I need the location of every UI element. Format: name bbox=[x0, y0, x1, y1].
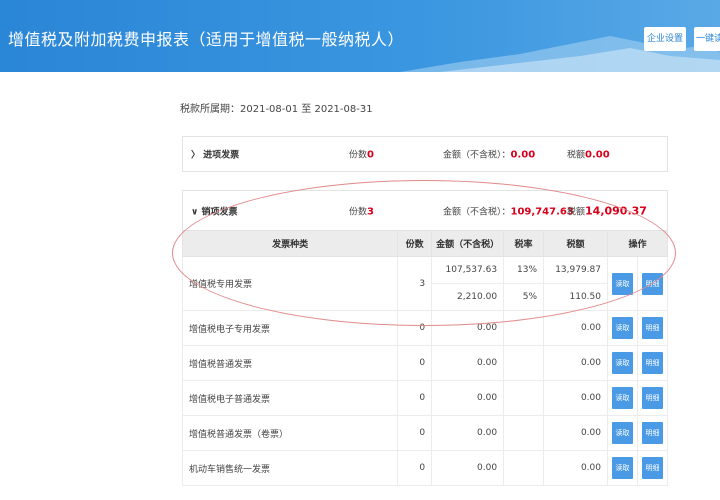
purchase-tax: 0.00 bbox=[585, 149, 610, 161]
invoice-amount: 0.00 bbox=[431, 380, 505, 416]
table-row: 增值税专用发票 3 107,537.63 13% 13,979.87 读取 明细 bbox=[181, 256, 669, 311]
col-invoice-type: 发票种类 bbox=[181, 230, 399, 257]
purchase-label-group[interactable]: 〉 进项发票 bbox=[191, 148, 239, 161]
invoice-amount: 0.00 bbox=[431, 415, 505, 451]
purchase-amount: 0.00 bbox=[510, 149, 536, 161]
invoice-count: 0 bbox=[397, 345, 433, 381]
sales-tax: 14,090.37 bbox=[585, 204, 647, 217]
invoice-rate bbox=[503, 415, 545, 451]
invoice-count: 0 bbox=[397, 415, 433, 451]
invoice-name: 增值税普通发票（卷票） bbox=[181, 415, 399, 451]
table-row: 增值税普通发票 0 0.00 0.00 读取 明细 bbox=[181, 345, 669, 381]
detail-button[interactable]: 明细 bbox=[641, 352, 663, 374]
purchase-label: 进项发票 bbox=[203, 150, 240, 161]
page-header: 增值税及附加税费申报表（适用于增值税一般纳税人） 企业设置 一键读取 bbox=[0, 0, 720, 72]
detail-button[interactable]: 明细 bbox=[641, 422, 663, 444]
chevron-down-icon: ∨ bbox=[191, 207, 199, 217]
detail-button[interactable]: 明细 bbox=[641, 272, 663, 295]
purchase-invoice-section[interactable]: 〉 进项发票 份数0 金额（不含税）：0.00 税额0.00 bbox=[182, 136, 668, 172]
invoice-tax: 0.00 bbox=[543, 310, 608, 346]
invoice-rate bbox=[503, 310, 545, 346]
read-button[interactable]: 读取 bbox=[611, 457, 633, 479]
invoice-count: 0 bbox=[397, 380, 433, 416]
invoice-count: 3 bbox=[397, 256, 433, 311]
table-row: 增值税电子普通发票 0 0.00 0.00 读取 明细 bbox=[181, 380, 669, 416]
invoice-rate bbox=[503, 345, 545, 381]
invoice-amount: 107,537.63 bbox=[431, 256, 505, 284]
sales-label-group[interactable]: ∨ 销项发票 bbox=[191, 204, 237, 217]
sales-tax-field: 税额14,090.37 bbox=[567, 204, 647, 217]
col-tax: 税额 bbox=[543, 230, 608, 257]
table-row: 机动车销售统一发票 0 0.00 0.00 读取 明细 bbox=[181, 450, 669, 486]
purchase-count-field: 份数0 bbox=[349, 149, 374, 161]
invoice-name: 增值税专用发票 bbox=[181, 256, 399, 311]
invoice-amount: 0.00 bbox=[431, 450, 505, 486]
enterprise-settings-button[interactable]: 企业设置 bbox=[644, 27, 686, 51]
sales-label: 销项发票 bbox=[201, 207, 238, 217]
read-button[interactable]: 读取 bbox=[611, 422, 633, 444]
table-row: 增值税电子专用发票 0 0.00 0.00 读取 明细 bbox=[181, 310, 669, 346]
sales-count-field: 份数3 bbox=[349, 206, 374, 217]
sales-count: 3 bbox=[367, 206, 374, 217]
invoice-amount: 2,210.00 bbox=[431, 283, 505, 311]
read-button[interactable]: 读取 bbox=[611, 352, 633, 374]
col-count: 份数 bbox=[397, 230, 433, 257]
invoice-name: 机动车销售统一发票 bbox=[181, 450, 399, 486]
sales-amount-field: 金额（不含税）：109,747.63 bbox=[443, 206, 574, 217]
table-row: 增值税普通发票（卷票） 0 0.00 0.00 读取 明细 bbox=[181, 415, 669, 451]
sales-invoice-section[interactable]: ∨ 销项发票 份数3 金额（不含税）：109,747.63 税额14,090.3… bbox=[182, 190, 668, 230]
invoice-count: 0 bbox=[397, 450, 433, 486]
col-actions: 操作 bbox=[607, 230, 668, 257]
invoice-rate bbox=[503, 380, 545, 416]
invoice-tax: 0.00 bbox=[543, 380, 608, 416]
tax-period: 税款所属期：2021-08-01 至 2021-08-31 bbox=[180, 104, 373, 115]
sales-amount: 109,747.63 bbox=[510, 206, 574, 217]
invoice-count: 0 bbox=[397, 310, 433, 346]
invoice-name: 增值税电子专用发票 bbox=[181, 310, 399, 346]
chevron-right-icon: 〉 bbox=[191, 150, 201, 161]
invoice-table: 发票种类 份数 金额（不含税） 税率 税额 操作 增值税专用发票 3 107,5… bbox=[181, 230, 669, 486]
invoice-amount: 0.00 bbox=[431, 310, 505, 346]
table-header-row: 发票种类 份数 金额（不含税） 税率 税额 操作 bbox=[181, 230, 668, 257]
invoice-tax: 0.00 bbox=[543, 345, 608, 381]
purchase-amount-field: 金额（不含税）：0.00 bbox=[443, 149, 536, 161]
invoice-tax: 13,979.87 bbox=[543, 256, 608, 284]
invoice-tax: 110.50 bbox=[543, 283, 608, 311]
invoice-tax: 0.00 bbox=[543, 450, 608, 486]
col-rate: 税率 bbox=[503, 230, 545, 257]
purchase-tax-field: 税额0.00 bbox=[567, 149, 610, 161]
detail-button[interactable]: 明细 bbox=[641, 457, 663, 479]
invoice-tax: 0.00 bbox=[543, 415, 608, 451]
detail-button[interactable]: 明细 bbox=[641, 387, 663, 409]
invoice-name: 增值税普通发票 bbox=[181, 345, 399, 381]
invoice-rate: 13% bbox=[503, 256, 545, 284]
invoice-name: 增值税电子普通发票 bbox=[181, 380, 399, 416]
read-button[interactable]: 读取 bbox=[611, 387, 633, 409]
invoice-rate bbox=[503, 450, 545, 486]
one-key-read-button[interactable]: 一键读取 bbox=[694, 27, 720, 51]
invoice-amount: 0.00 bbox=[431, 345, 505, 381]
read-button[interactable]: 读取 bbox=[611, 317, 633, 339]
purchase-count: 0 bbox=[367, 149, 374, 161]
read-button[interactable]: 读取 bbox=[611, 272, 633, 295]
detail-button[interactable]: 明细 bbox=[641, 317, 663, 339]
invoice-rate: 5% bbox=[503, 283, 545, 311]
page-title: 增值税及附加税费申报表（适用于增值税一般纳税人） bbox=[8, 30, 405, 49]
col-amount: 金额（不含税） bbox=[431, 230, 505, 257]
